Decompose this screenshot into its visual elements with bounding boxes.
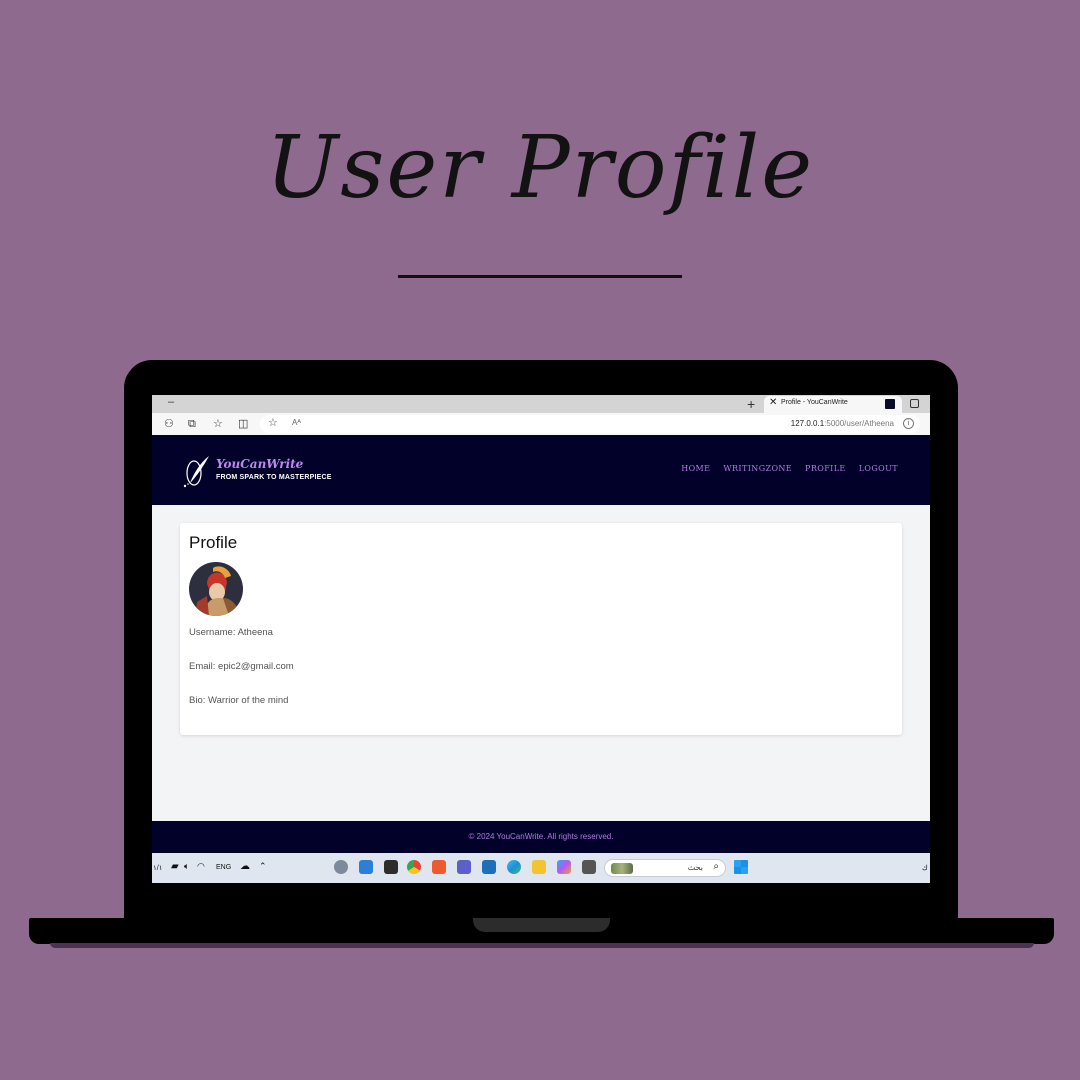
site-footer: © 2024 YouCanWrite. All rights reserved.: [152, 821, 930, 853]
footer-copyright: © 2024 YouCanWrite. All rights reserved.: [468, 832, 614, 841]
taskbar-search-label: بحث: [687, 863, 703, 872]
tab-title: Profile - YouCanWrite: [781, 399, 848, 406]
nav-home[interactable]: HOME: [681, 464, 710, 473]
minimize-icon[interactable]: –: [168, 396, 174, 408]
laptop-screen: – + ✕ Profile - YouCanWrite ⚇ ⧉ ☆ ◫ ☆ Aᴬ…: [152, 395, 930, 883]
profile-card: Profile Username: Atheena Email: epic2@g…: [180, 523, 902, 735]
favorite-star-icon[interactable]: ☆: [268, 416, 278, 429]
battery-icon[interactable]: ▰: [171, 861, 179, 872]
profile-username: Username: Atheena: [189, 627, 273, 638]
laptop-notch: [473, 918, 610, 932]
nav-profile[interactable]: PROFILE: [805, 464, 846, 473]
browser-address-bar: ⚇ ⧉ ☆ ◫ ☆ Aᴬ 127.0.0.1:5000/user/Atheena…: [152, 413, 930, 435]
nav-logout[interactable]: LOGOUT: [859, 464, 898, 473]
plus-icon[interactable]: +: [747, 395, 755, 413]
site-nav: HOME WRITINGZONE PROFILE LOGOUT: [681, 464, 898, 473]
favicon-icon: [885, 399, 895, 409]
url-path: :5000/user/Atheena: [824, 419, 894, 428]
avatar: [189, 562, 243, 616]
info-icon[interactable]: i: [903, 418, 914, 429]
chevron-up-icon[interactable]: ⌃: [259, 861, 267, 872]
workspaces-icon[interactable]: ⚇: [164, 415, 174, 433]
profile-email: Email: epic2@gmail.com: [189, 661, 294, 672]
favorites-icon[interactable]: ☆: [213, 415, 223, 433]
windows-start-icon[interactable]: [734, 860, 748, 874]
tab-actions-icon[interactable]: ⧉: [188, 415, 196, 433]
page-headline: User Profile: [265, 118, 815, 218]
cloud-icon[interactable]: ☁︎: [240, 861, 250, 872]
split-screen-icon[interactable]: ◫: [238, 415, 248, 433]
language-indicator[interactable]: ENG: [216, 864, 231, 871]
site-header: YouCanWrite FROM SPARK TO MASTERPIECE HO…: [152, 435, 930, 505]
copilot-icon[interactable]: [557, 860, 571, 874]
settings-icon[interactable]: [334, 860, 348, 874]
brand-tagline: FROM SPARK TO MASTERPIECE: [216, 474, 332, 481]
taskbar-search[interactable]: بحث ⌕: [604, 859, 726, 877]
brave-icon[interactable]: [432, 860, 446, 874]
app-icon[interactable]: [582, 860, 596, 874]
file-explorer-icon[interactable]: [532, 860, 546, 874]
url-field[interactable]: ☆ Aᴬ 127.0.0.1:5000/user/Atheena i: [260, 415, 920, 433]
profile-bio: Bio: Warrior of the mind: [189, 695, 289, 706]
vscode-icon[interactable]: [359, 860, 373, 874]
taskbar: ١/١ ▰ 🔈︎ ◠ ENG ☁︎ ⌃ بحث ⌕ ك: [152, 853, 930, 883]
close-icon[interactable]: ✕: [769, 397, 777, 408]
wifi-icon[interactable]: ◠: [197, 861, 205, 872]
brand-name[interactable]: YouCanWrite: [216, 457, 303, 471]
volume-icon[interactable]: 🔈︎: [184, 861, 189, 872]
quill-logo-icon: [183, 456, 209, 488]
browser-tab-profile[interactable]: ✕ Profile - YouCanWrite: [764, 396, 902, 413]
edge-icon[interactable]: [507, 860, 521, 874]
terminal-icon[interactable]: [384, 860, 398, 874]
search-icon: ⌕: [713, 861, 719, 872]
taskbar-date: ١/١: [153, 865, 163, 872]
search-highlight-image: [611, 863, 633, 874]
teams-icon[interactable]: [457, 860, 471, 874]
laptop-shadow: [50, 943, 1034, 948]
read-aloud-icon[interactable]: Aᴬ: [292, 418, 301, 427]
headline-underline: [398, 275, 682, 278]
nav-writingzone[interactable]: WRITINGZONE: [723, 464, 792, 473]
chrome-icon[interactable]: [407, 860, 421, 874]
browser-tab-bar: – + ✕ Profile - YouCanWrite: [152, 395, 930, 413]
store-icon[interactable]: [482, 860, 496, 874]
url-text: 127.0.0.1:5000/user/Atheena: [791, 419, 894, 428]
restore-window-icon[interactable]: [910, 399, 919, 408]
taskbar-end-fragment: ك: [922, 865, 928, 872]
profile-heading: Profile: [189, 533, 238, 552]
url-host: 127.0.0.1: [790, 419, 825, 428]
